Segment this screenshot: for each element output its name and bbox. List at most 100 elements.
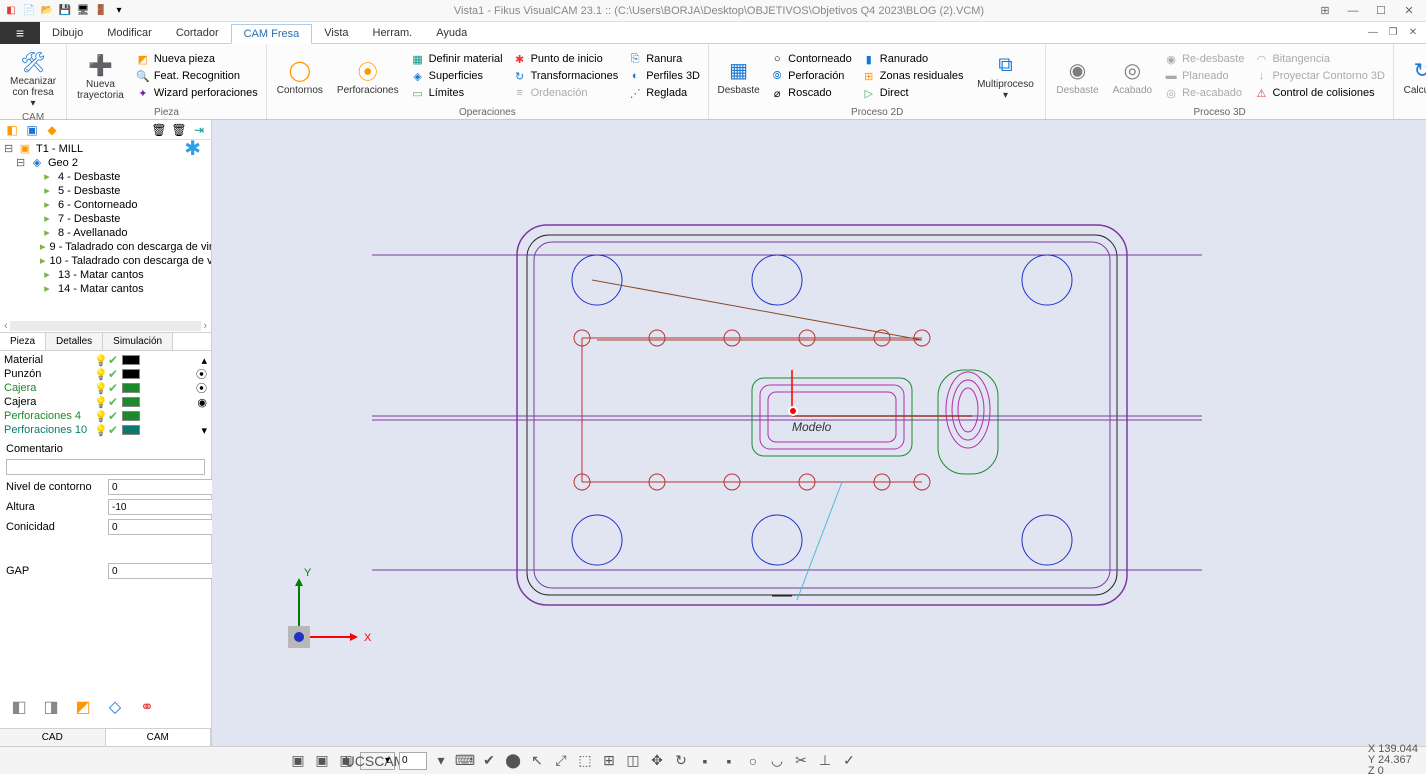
layer-row[interactable]: Cajera💡✔◉ [4,395,207,409]
perforacion-button[interactable]: ⦾Perforación [766,68,856,84]
roscado-button[interactable]: ⌀Roscado [766,85,856,101]
viewport[interactable]: Modelo X Y [212,120,1426,746]
snap1-icon[interactable]: ▣ [288,751,308,771]
direct-button[interactable]: ▷Direct [858,85,968,101]
tab-vista[interactable]: Vista [312,24,360,42]
nueva-pieza-button[interactable]: ◩Nueva pieza [132,51,262,67]
definir-material-button[interactable]: ▦Definir material [407,51,507,67]
re-desbaste-button[interactable]: ◉Re-desbaste [1160,51,1248,67]
bitangencia-button[interactable]: ◠Bitangencia [1250,51,1389,67]
layer-icon[interactable]: ◫ [623,751,643,771]
tab-cortador[interactable]: Cortador [164,24,231,42]
tree-op[interactable]: ▸4 - Desbaste [0,170,211,184]
nueva-trayectoria-button[interactable]: ➕ Nueva trayectoria [71,46,130,106]
grid-icon[interactable]: ⊞ [599,751,619,771]
layer-row[interactable]: Material💡✔▴ [4,353,207,367]
qat-dropdown-icon[interactable]: ▾ [112,4,126,18]
tool-icon-2[interactable]: ▣ [24,122,40,138]
tab-simulacion[interactable]: Simulación [103,333,173,350]
tree-op[interactable]: ▸13 - Matar cantos [0,268,211,282]
tree-op[interactable]: ▸14 - Matar cantos [0,282,211,296]
acabado-button[interactable]: ◎ Acabado [1107,46,1158,106]
zoom-fit-icon[interactable]: ⤢ [551,751,571,771]
tool-icon-3[interactable]: ◆ [44,122,60,138]
view-solid-icon[interactable]: ◩ [70,696,96,718]
view-link-icon[interactable]: ⚭ [134,696,160,718]
qat-exit-icon[interactable]: 🚪 [94,4,108,18]
tab-ayuda[interactable]: Ayuda [424,24,479,42]
transformaciones-button[interactable]: ↻Transformaciones [509,68,623,84]
superficies-button[interactable]: ◈Superficies [407,68,507,84]
tree-op[interactable]: ▸7 - Desbaste [0,212,211,226]
layer-row[interactable]: Perforaciones 4💡✔ [4,409,207,423]
check-icon[interactable]: ✔ [479,751,499,771]
comentario-input[interactable] [6,459,205,475]
check2-icon[interactable]: ✓ [839,751,859,771]
mecanizar-con-fresa-button[interactable]: 🛠 Mecanizar con fresa ▾ [4,46,62,111]
view-wire-icon[interactable]: ◇ [102,696,128,718]
zoom-window-icon[interactable]: ⬚ [575,751,595,771]
keyboard-icon[interactable]: ⌨ [455,751,475,771]
qat-new-icon[interactable]: 📄 [22,4,36,18]
close-button[interactable]: ✕ [1396,2,1422,20]
status-dropdown-icon[interactable]: ▾ [431,751,451,771]
tab-detalles[interactable]: Detalles [46,333,103,350]
tab-herram[interactable]: Herram. [361,24,425,42]
desbaste-2d-button[interactable]: ▦ Desbaste [713,46,764,106]
tab-dibujo[interactable]: Dibujo [40,24,95,42]
tab-pieza[interactable]: Pieza [0,333,46,350]
perforaciones-button[interactable]: ⦿ Perforaciones [331,46,405,106]
tree-op[interactable]: ▸6 - Contorneado [0,198,211,212]
reglada-button[interactable]: ⋰Reglada [624,85,704,101]
contornos-button[interactable]: ◯ Contornos [271,46,329,106]
tree-op[interactable]: ▸8 - Avellanado [0,226,211,240]
cursor-icon[interactable]: ↖ [527,751,547,771]
qat-save-icon[interactable]: 💾 [58,4,72,18]
tree-op[interactable]: ▸9 - Taladrado con descarga de virut [0,240,211,254]
tree-op[interactable]: ▸10 - Taladrado con descarga de viru [0,254,211,268]
tool-icon-1[interactable]: ◧ [4,122,20,138]
doc-minimize-icon[interactable]: — [1364,26,1382,40]
application-menu-button[interactable]: ≡ [0,22,40,44]
minimize-button[interactable]: — [1340,2,1366,20]
layer-row[interactable]: Cajera💡✔⦿ [4,381,207,395]
snap2-icon[interactable]: ▣ [312,751,332,771]
import-icon[interactable]: ⇥ [191,122,207,138]
operation-tree[interactable]: ⊟▣T1 - MILL✱ ⊟◈Geo 2 ▸4 - Desbaste ▸5 - … [0,140,211,320]
ordenacion-button[interactable]: ≡Ordenación [509,85,623,101]
contorneado-button[interactable]: ○Contorneado [766,51,856,67]
view-iso-icon[interactable]: ◧ [6,696,32,718]
qat-monitor-icon[interactable]: 🖥 [76,4,90,18]
desbaste-3d-button[interactable]: ◉ Desbaste [1050,46,1104,106]
ucs-select[interactable]: UCSCAM ▾ [360,752,395,770]
arc-tool-icon[interactable]: ◡ [767,751,787,771]
ranurado-button[interactable]: ▮Ranurado [858,51,968,67]
orbit-icon[interactable]: ↻ [671,751,691,771]
doc-restore-icon[interactable]: ❐ [1384,26,1402,40]
perp-icon[interactable]: ⊥ [815,751,835,771]
stop-icon[interactable]: ⬤ [503,751,523,771]
view-blue-icon[interactable]: ▪ [695,751,715,771]
planeado-button[interactable]: ▬Planeado [1160,68,1248,84]
feat-recognition-button[interactable]: 🔍Feat. Recognition [132,68,262,84]
doc-close-icon[interactable]: ✕ [1404,26,1422,40]
mode-cad-tab[interactable]: CAD [0,729,106,746]
layer-row[interactable]: Perforaciones 10💡✔▾ [4,423,207,437]
tree-hscroll[interactable] [10,321,202,331]
tab-cam-fresa[interactable]: CAM Fresa [231,24,313,44]
ranura-button[interactable]: ⎘Ranura [624,51,704,67]
ucs-value-input[interactable] [399,752,427,770]
wizard-perforaciones-button[interactable]: ✦Wizard perforaciones [132,85,262,101]
punto-inicio-button[interactable]: ✱Punto de inicio [509,51,623,67]
tree-root[interactable]: ⊟▣T1 - MILL✱ [0,142,211,156]
pan-icon[interactable]: ✥ [647,751,667,771]
settings-icon[interactable]: ⊞ [1312,2,1338,20]
trash2-icon[interactable]: 🗑 [171,122,187,138]
proyectar-contorno-button[interactable]: ↓Proyectar Contorno 3D [1250,68,1389,84]
app-icon[interactable]: ◧ [4,4,18,18]
control-colisiones-button[interactable]: ⚠Control de colisiones [1250,85,1389,101]
maximize-button[interactable]: ☐ [1368,2,1394,20]
cut-tool-icon[interactable]: ✂ [791,751,811,771]
circle-tool-icon[interactable]: ○ [743,751,763,771]
calcular-button[interactable]: ↻ Calcular [1398,46,1426,106]
